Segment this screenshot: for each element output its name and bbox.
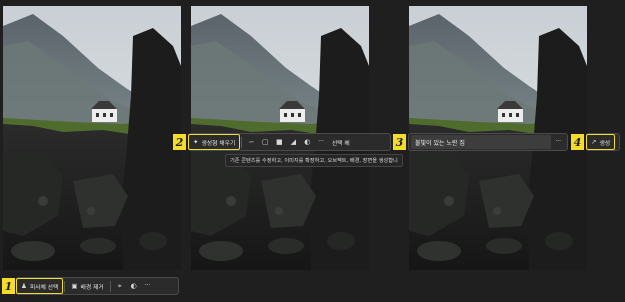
more-options-button[interactable]: ··· <box>314 135 328 149</box>
select-subject-button[interactable]: ♟ 피사체 선택 <box>15 278 64 294</box>
divider <box>109 280 111 292</box>
prompt-input[interactable] <box>411 135 552 149</box>
step-badge-4: 4 <box>571 134 584 150</box>
expand-icon[interactable]: ▢ <box>258 135 272 149</box>
generative-fill-prompt-bar: ··· <box>408 133 568 151</box>
mask-icon[interactable]: ■ <box>272 135 286 149</box>
divider <box>64 280 66 292</box>
person-icon: ♟ <box>21 282 27 290</box>
image-icon: ▣ <box>71 282 78 290</box>
generative-fill-button[interactable]: ✦ 생성형 채우기 <box>187 134 241 150</box>
select-subject-label: 피사체 선택 <box>29 284 59 291</box>
generative-fill-label: 생성형 채우기 <box>201 140 236 147</box>
divider <box>241 136 243 148</box>
generate-label: 생성 <box>599 140 611 147</box>
eraser-icon[interactable]: ◢ <box>286 135 300 149</box>
contrast-icon[interactable]: ◐ <box>300 135 314 149</box>
generate-icon: ↗ <box>591 138 597 146</box>
more-options-button[interactable]: ··· <box>551 135 565 149</box>
contextual-taskbar-1: ♟ 피사체 선택 ▣ 배경 제거 ⌖ ◐ ··· <box>15 277 179 295</box>
generate-button[interactable]: ↗ 생성 <box>585 134 616 150</box>
step-badge-2: 2 <box>173 134 186 150</box>
brush-icon[interactable]: ∽ <box>244 135 258 149</box>
contrast-icon[interactable]: ◐ <box>127 279 141 293</box>
sparkle-edit-icon: ✦ <box>193 138 199 146</box>
crop-icon[interactable]: ⌖ <box>113 279 127 293</box>
more-options-button[interactable]: ··· <box>141 279 155 293</box>
generative-fill-tooltip: 기존 콘텐츠를 수정하고, 이미지를 확장하고, 오브젝트, 배경, 장면을 생… <box>225 154 403 167</box>
step-badge-3: 3 <box>393 134 406 150</box>
remove-background-label: 배경 제거 <box>80 284 104 291</box>
landscape-image <box>3 6 181 270</box>
select-dropdown-button[interactable]: 선택 해 <box>328 135 354 149</box>
generate-bar: ↗ 생성 <box>585 133 620 151</box>
contextual-taskbar-2: ✦ 생성형 채우기 ∽ ▢ ■ ◢ ◐ ··· 선택 해 <box>187 133 391 151</box>
image-panel-1 <box>3 6 181 270</box>
remove-background-button[interactable]: ▣ 배경 제거 <box>67 279 107 293</box>
step-badge-1: 1 <box>2 278 15 294</box>
